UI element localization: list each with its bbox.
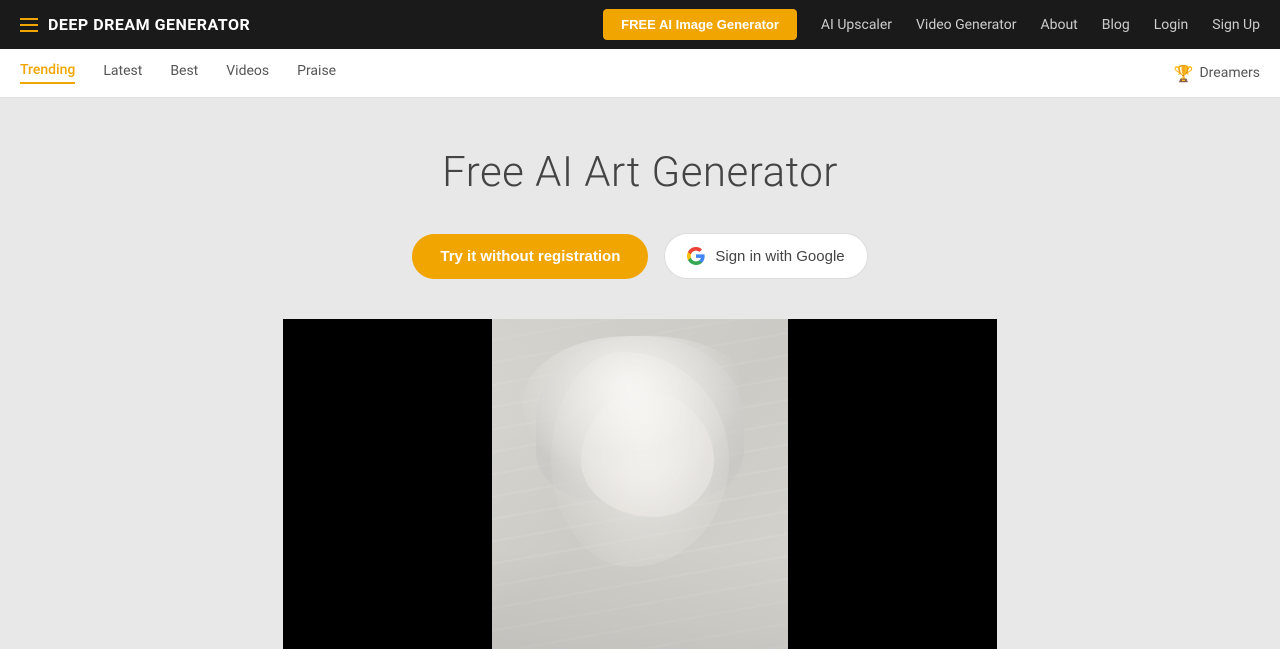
right-black-panel [788, 319, 997, 649]
featured-artwork [492, 319, 788, 649]
main-content: Free AI Art Generator Try it without reg… [0, 98, 1280, 649]
nav-link-video-generator[interactable]: Video Generator [916, 17, 1016, 33]
hero-title: Free AI Art Generator [442, 148, 838, 197]
google-logo-icon [687, 247, 705, 265]
tab-praise[interactable]: Praise [297, 63, 336, 83]
google-btn-label: Sign in with Google [715, 248, 844, 265]
try-without-registration-button[interactable]: Try it without registration [412, 234, 648, 279]
cta-row: Try it without registration Sign in with… [412, 233, 867, 279]
secondary-nav: Trending Latest Best Videos Praise 🏆 Dre… [0, 49, 1280, 98]
nav-link-signup[interactable]: Sign Up [1212, 17, 1260, 33]
dreamers-label: Dreamers [1199, 65, 1260, 81]
nav-link-about[interactable]: About [1040, 17, 1077, 33]
left-black-panel [283, 319, 492, 649]
nav-link-login[interactable]: Login [1154, 17, 1189, 33]
logo-area: DEEP DREAM GENERATOR [20, 15, 250, 34]
tab-best[interactable]: Best [170, 63, 198, 83]
logo-text: DEEP DREAM GENERATOR [48, 15, 250, 34]
nav-link-blog[interactable]: Blog [1102, 17, 1130, 33]
image-showcase [283, 319, 997, 649]
tab-trending[interactable]: Trending [20, 62, 75, 84]
free-ai-image-generator-button[interactable]: FREE AI Image Generator [603, 9, 797, 40]
secondary-nav-links: Trending Latest Best Videos Praise [20, 62, 1174, 84]
tab-latest[interactable]: Latest [103, 63, 142, 83]
hamburger-icon[interactable] [20, 18, 38, 32]
trophy-icon: 🏆 [1174, 64, 1194, 83]
nav-link-ai-upscaler[interactable]: AI Upscaler [821, 17, 892, 33]
tab-videos[interactable]: Videos [226, 63, 269, 83]
top-nav: DEEP DREAM GENERATOR FREE AI Image Gener… [0, 0, 1280, 49]
dreamers-link[interactable]: 🏆 Dreamers [1174, 64, 1260, 83]
sign-in-with-google-button[interactable]: Sign in with Google [664, 233, 867, 279]
